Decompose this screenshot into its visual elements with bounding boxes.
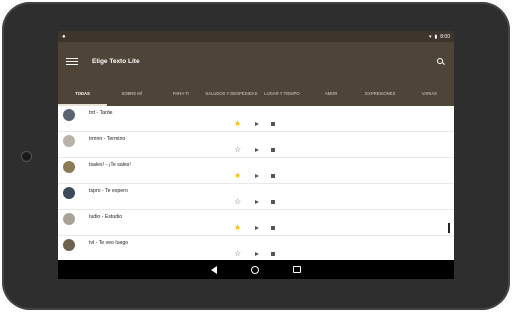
front-camera — [21, 151, 32, 162]
tab-0[interactable]: TODAS — [58, 81, 108, 106]
screen: ● ▾ ▮ 8:00 Elige Texto Lite TODAS SOBRE M… — [58, 31, 454, 279]
list-item[interactable]: trmnn - Termino ☆ — [58, 132, 454, 158]
navigation-bar — [58, 260, 454, 279]
avatar — [63, 135, 75, 147]
list-item-text: tspro - Te espero — [89, 188, 128, 194]
list-item-text: tvl - Te veo luego — [89, 240, 129, 246]
category-tabs: TODAS SOBRE MÍ PARA TI SALUDOS Y DESPEDIDAS… — [58, 81, 454, 106]
abbreviation-list: trd - Tarde ★ trmnn - Termino ☆ tsales! - ¡T… — [58, 106, 454, 260]
list-item-text: tudio - Estudio — [89, 214, 123, 220]
back-icon[interactable] — [211, 265, 218, 274]
favorite-star-icon[interactable]: ☆ — [234, 198, 241, 206]
status-icons: ▾ ▮ 8:00 — [429, 34, 450, 40]
search-icon[interactable] — [436, 57, 446, 67]
play-icon[interactable] — [255, 122, 259, 126]
play-icon[interactable] — [255, 174, 259, 178]
list-item-text: trd - Tarde — [89, 110, 113, 116]
play-icon[interactable] — [255, 200, 259, 204]
stop-icon[interactable] — [271, 148, 275, 152]
play-icon[interactable] — [255, 226, 259, 230]
favorite-star-icon[interactable]: ★ — [234, 120, 241, 128]
tab-1[interactable]: SOBRE MÍ — [107, 81, 156, 106]
tab-5[interactable]: AMOR — [307, 81, 356, 106]
app-toolbar: Elige Texto Lite — [58, 42, 454, 81]
avatar — [63, 109, 75, 121]
tab-4[interactable]: LUGAR Y TIEMPO — [257, 81, 306, 106]
tab-7[interactable]: VARIAS — [405, 81, 454, 106]
list-item-text: trmnn - Termino — [89, 136, 126, 142]
list-item[interactable]: tudio - Estudio ★ — [58, 210, 454, 236]
list-item[interactable]: tsales! - ¡Te sales! ★ — [58, 158, 454, 184]
status-bar: ● ▾ ▮ 8:00 — [58, 31, 454, 42]
favorite-star-icon[interactable]: ★ — [234, 224, 241, 232]
avatar — [63, 187, 75, 199]
favorite-star-icon[interactable]: ☆ — [234, 146, 241, 154]
play-icon[interactable] — [255, 252, 259, 256]
avatar — [63, 239, 75, 251]
list-item[interactable]: tvl - Te veo luego ☆ — [58, 236, 454, 260]
wifi-icon: ▾ — [428, 33, 432, 40]
stop-icon[interactable] — [271, 200, 275, 204]
location-icon: ● — [62, 33, 66, 40]
list-item-text: tsales! - ¡Te sales! — [89, 162, 131, 168]
list-item[interactable]: tspro - Te espero ☆ — [58, 184, 454, 210]
stop-icon[interactable] — [271, 174, 275, 178]
stop-icon[interactable] — [271, 226, 275, 230]
scrollbar[interactable] — [448, 223, 450, 233]
stop-icon[interactable] — [271, 122, 275, 126]
battery-icon: ▮ — [434, 33, 438, 40]
list-item[interactable]: trd - Tarde ★ — [58, 106, 454, 132]
recent-apps-icon[interactable] — [293, 265, 301, 274]
app-title: Elige Texto Lite — [92, 58, 140, 65]
menu-icon[interactable] — [66, 57, 78, 66]
favorite-star-icon[interactable]: ☆ — [234, 250, 241, 258]
tab-3[interactable]: SALUDOS Y DESPEDIDAS — [205, 81, 257, 106]
avatar — [63, 213, 75, 225]
favorite-star-icon[interactable]: ★ — [234, 172, 241, 180]
stop-icon[interactable] — [271, 252, 275, 256]
play-icon[interactable] — [255, 148, 259, 152]
tab-2[interactable]: PARA TI — [156, 81, 205, 106]
avatar — [63, 161, 75, 173]
home-icon[interactable] — [251, 265, 260, 274]
tab-6[interactable]: EXPRESIONES — [356, 81, 405, 106]
clock: 8:00 — [440, 33, 450, 40]
